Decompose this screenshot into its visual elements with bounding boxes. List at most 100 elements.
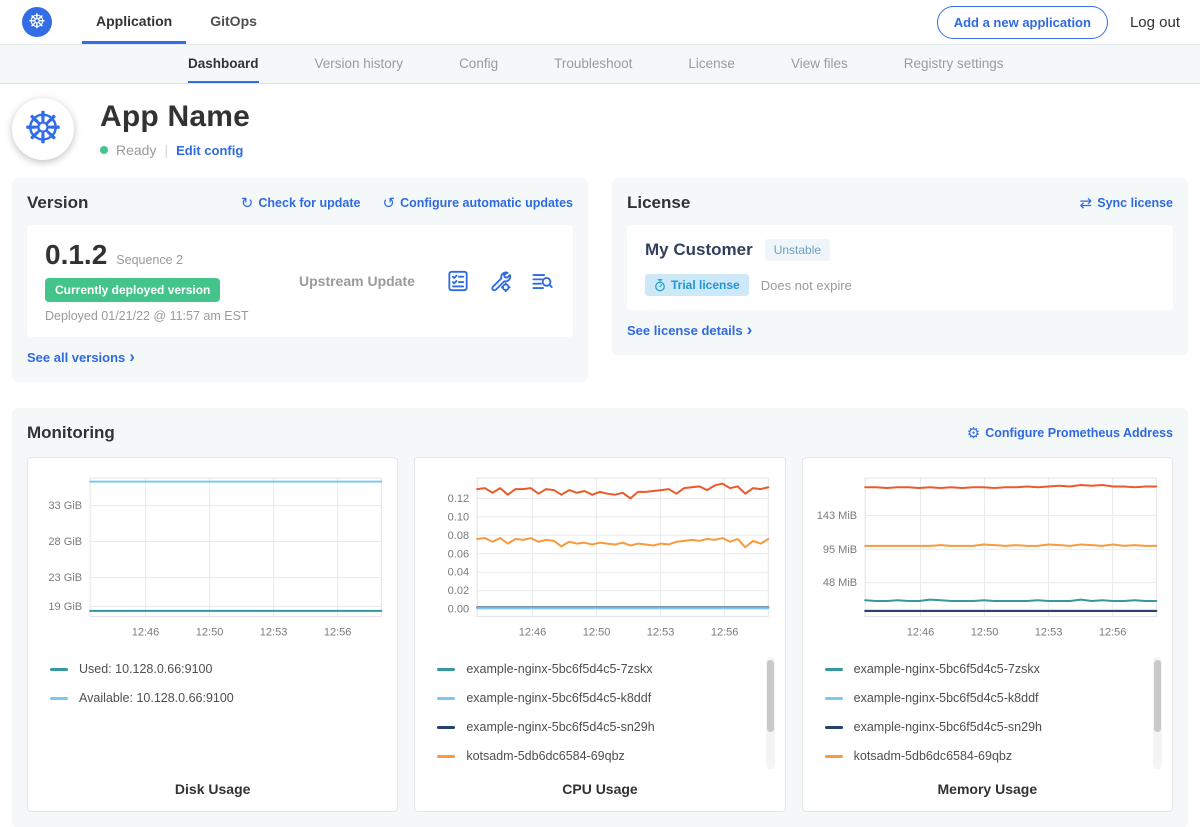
svg-text:12:46: 12:46 (906, 627, 934, 639)
chart-panel-disk-usage: 19 GiB 23 GiB 28 GiB 33 GiB 12:46 12:50 12:53 1… (27, 457, 398, 812)
legend-scrollbar-thumb[interactable] (767, 660, 774, 732)
svg-text:0.00: 0.00 (448, 604, 469, 616)
legend-label: Used: 10.128.0.66:9100 (79, 662, 212, 676)
monitoring-card: Monitoring ⚙ Configure Prometheus Addres… (12, 408, 1188, 827)
version-number: 0.1.2 (45, 239, 107, 271)
svg-text:0.06: 0.06 (448, 548, 469, 560)
sync-arrows-icon: ⇄ (1080, 196, 1093, 211)
svg-text:12:56: 12:56 (711, 627, 739, 639)
add-application-button[interactable]: Add a new application (937, 6, 1108, 39)
see-all-versions-link[interactable]: See all versions › (27, 349, 135, 366)
svg-text:23 GiB: 23 GiB (48, 572, 82, 584)
svg-text:12:56: 12:56 (324, 627, 352, 639)
svg-text:12:46: 12:46 (519, 627, 547, 639)
legend-item: example-nginx-5bc6f5d4c5-7zskx (437, 655, 774, 684)
legend-color-dash (50, 697, 68, 700)
logout-button[interactable]: Log out (1130, 14, 1180, 31)
tab-troubleshoot[interactable]: Troubleshoot (554, 45, 632, 83)
chart-title: CPU Usage (425, 773, 774, 797)
svg-text:95 MiB: 95 MiB (822, 544, 856, 556)
svg-text:12:53: 12:53 (1034, 627, 1062, 639)
legend-item: example-nginx-5bc6f5d4c5-k8ddf (825, 684, 1162, 713)
legend-color-dash (437, 726, 455, 729)
legend-scrollbar-thumb[interactable] (1154, 660, 1161, 732)
refresh-icon: ↻ (241, 196, 254, 211)
chevron-right-icon: › (129, 348, 135, 365)
view-release-files-icon[interactable] (529, 268, 555, 294)
legend-item: example-nginx-5bc6f5d4c5-k8ddf (437, 684, 774, 713)
tab-version-history[interactable]: Version history (315, 45, 404, 83)
legend-color-dash (437, 755, 455, 758)
sync-license-link[interactable]: ⇄ Sync license (1080, 196, 1173, 211)
tab-view-files[interactable]: View files (791, 45, 848, 83)
current-version-panel: 0.1.2 Sequence 2 Currently deployed vers… (27, 225, 573, 337)
svg-text:12:50: 12:50 (583, 627, 611, 639)
monitoring-title: Monitoring (27, 423, 115, 443)
page-title: App Name (100, 100, 250, 134)
legend-item: example-nginx-5bc6f5d4c5-sn29h (437, 713, 774, 742)
chevron-right-icon: › (747, 321, 753, 338)
deployed-timestamp: Deployed 01/21/22 @ 11:57 am EST (45, 309, 275, 323)
tab-registry-settings[interactable]: Registry settings (904, 45, 1004, 83)
configure-automatic-updates-link[interactable]: ↺ Configure automatic updates (382, 196, 573, 211)
license-detail-panel: My Customer Unstable Trial license Does … (627, 225, 1173, 310)
legend-color-dash (50, 668, 68, 671)
kubernetes-logo-icon: ☸ (22, 7, 52, 37)
chart-legend: example-nginx-5bc6f5d4c5-7zskxexample-ng… (813, 655, 1162, 773)
legend-scrollbar[interactable] (1153, 657, 1162, 769)
svg-text:48 MiB: 48 MiB (822, 577, 856, 589)
svg-text:28 GiB: 28 GiB (48, 536, 82, 548)
svg-text:19 GiB: 19 GiB (48, 601, 82, 613)
see-license-details-link[interactable]: See license details › (627, 322, 752, 339)
configure-prometheus-link[interactable]: ⚙ Configure Prometheus Address (967, 426, 1173, 441)
trial-license-badge: Trial license (645, 274, 749, 296)
version-card-title: Version (27, 193, 88, 213)
svg-text:33 GiB: 33 GiB (48, 500, 82, 512)
kubernetes-app-icon: ☸ (23, 107, 62, 151)
chart-plot: 48 MiB95 MiB143 MiB12:4612:5012:5312:56 (813, 470, 1162, 643)
tab-license[interactable]: License (688, 45, 735, 83)
edit-config-icon[interactable] (487, 268, 513, 294)
release-type: Upstream Update (275, 273, 445, 289)
legend-color-dash (825, 697, 843, 700)
kubernetes-logo[interactable]: ☸ (22, 0, 52, 44)
legend-label: example-nginx-5bc6f5d4c5-7zskx (466, 662, 652, 676)
legend-scrollbar[interactable] (766, 657, 775, 769)
version-card: Version ↻ Check for update ↺ Configure a… (12, 178, 588, 382)
legend-item: example-nginx-5bc6f5d4c5-sn29h (825, 713, 1162, 742)
preflight-checks-icon[interactable] (445, 268, 471, 294)
legend-item: Available: 10.128.0.66:9100 (50, 684, 387, 713)
svg-text:12:50: 12:50 (196, 627, 224, 639)
svg-text:12:53: 12:53 (260, 627, 288, 639)
legend-color-dash (437, 697, 455, 700)
tab-config[interactable]: Config (459, 45, 498, 83)
edit-config-link[interactable]: Edit config (176, 143, 243, 158)
legend-label: kotsadm-5db6dc6584-69qbz (854, 749, 1012, 763)
legend-label: Available: 10.128.0.66:9100 (79, 691, 234, 705)
check-for-update-link[interactable]: ↻ Check for update (241, 196, 361, 211)
legend-item: kotsadm-5db6dc6584-69qbz (825, 742, 1162, 771)
gear-icon: ⚙ (967, 426, 980, 441)
app-avatar: ☸ (12, 98, 74, 160)
svg-text:12:46: 12:46 (132, 627, 160, 639)
svg-text:0.04: 0.04 (448, 567, 469, 579)
svg-text:0.08: 0.08 (448, 530, 469, 542)
chart-panel-memory-usage: 48 MiB95 MiB143 MiB12:4612:5012:5312:56e… (802, 457, 1173, 812)
nav-tab-application[interactable]: Application (82, 0, 186, 44)
chart-legend: example-nginx-5bc6f5d4c5-7zskx example-ng… (425, 655, 774, 773)
chart-plot: 0.000.020.040.060.080.100.1212:4612:5012… (425, 470, 774, 643)
tab-dashboard[interactable]: Dashboard (188, 45, 259, 83)
legend-item: kotsadm-5db6dc6584-69qbz (437, 742, 774, 771)
svg-text:0.12: 0.12 (448, 493, 469, 505)
summary-cards: Version ↻ Check for update ↺ Configure a… (0, 178, 1200, 382)
svg-text:143 MiB: 143 MiB (816, 510, 856, 522)
app-header: ☸ App Name Ready | Edit config (0, 84, 1200, 164)
license-card-title: License (627, 193, 690, 213)
chart-title: Memory Usage (813, 773, 1162, 797)
top-nav-tabs: ApplicationGitOps (82, 0, 271, 44)
legend-item: Used: 10.128.0.66:9100 (50, 655, 387, 684)
charts-row: 19 GiB 23 GiB 28 GiB 33 GiB 12:46 12:50 12:53 1… (27, 457, 1173, 812)
nav-tab-gitops[interactable]: GitOps (196, 0, 271, 44)
svg-text:12:53: 12:53 (647, 627, 675, 639)
currently-deployed-badge: Currently deployed version (45, 278, 220, 302)
